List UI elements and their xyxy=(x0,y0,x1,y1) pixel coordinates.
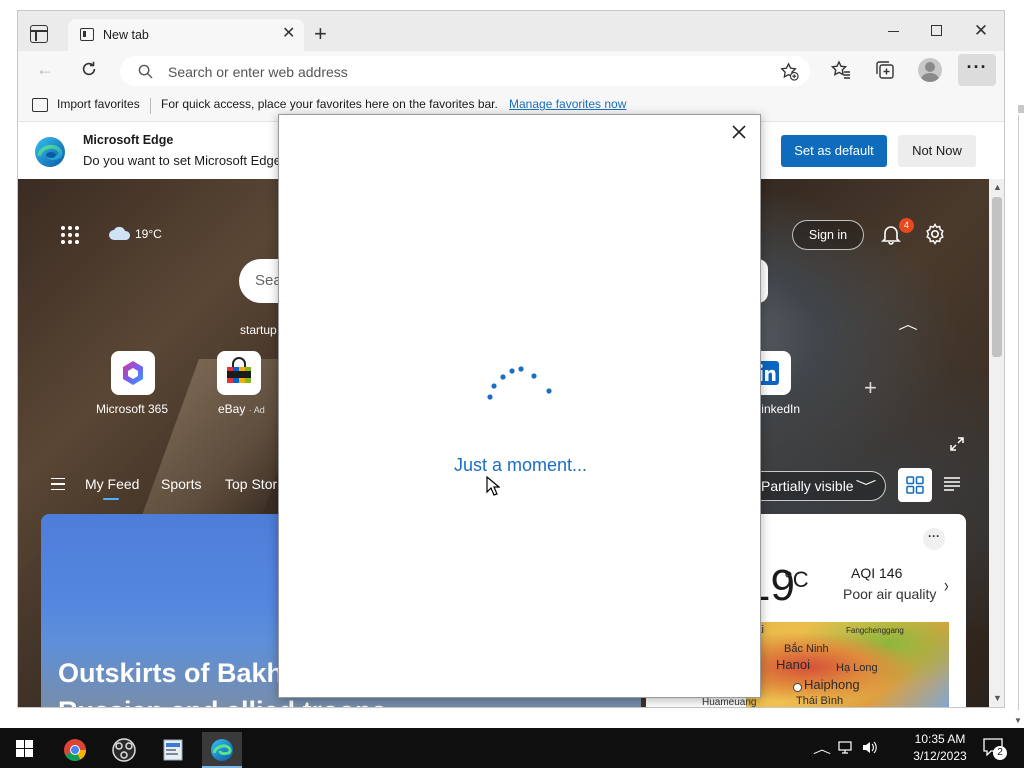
expand-icon[interactable] xyxy=(950,437,964,451)
quick-link-label: eBay · Ad xyxy=(218,402,265,416)
tab-new-tab[interactable]: New tab ✕ xyxy=(68,19,304,51)
action-center-badge: 2 xyxy=(993,746,1007,760)
page-settings-gear-icon[interactable] xyxy=(924,223,946,245)
notifications-badge: 4 xyxy=(899,218,914,233)
mouse-cursor-icon xyxy=(486,476,500,496)
add-quick-link-button[interactable]: + xyxy=(864,375,877,401)
cloud-icon[interactable] xyxy=(108,225,132,241)
tab-actions-menu-icon[interactable] xyxy=(30,25,48,43)
list-layout-icon[interactable] xyxy=(944,476,960,492)
map-label: Haiphong xyxy=(804,677,860,692)
close-window-button[interactable]: ✕ xyxy=(966,21,996,41)
edge-logo-icon xyxy=(35,137,65,167)
tab-title: New tab xyxy=(103,28,149,42)
tab-sports[interactable]: Sports xyxy=(161,476,201,492)
manage-favorites-link[interactable]: Manage favorites now xyxy=(509,97,626,111)
sign-in-button[interactable]: Sign in xyxy=(792,220,864,250)
scroll-up-arrow-icon[interactable]: ▲ xyxy=(993,182,1002,192)
sign-in-dialog: Just a moment... xyxy=(278,114,761,698)
import-folder-icon xyxy=(32,98,48,112)
minimize-button[interactable] xyxy=(878,21,908,41)
map-label: Thái Bình xyxy=(796,695,844,707)
collections-icon[interactable] xyxy=(874,59,896,81)
map-label: Fangchenggang xyxy=(846,626,904,635)
desktop-scroll-arrow: ▼ xyxy=(1014,716,1022,725)
hero-headline: Outskirts of Bakh xyxy=(58,658,284,688)
microsoft-365-icon xyxy=(123,361,143,385)
map-label: Hanoi xyxy=(776,657,810,672)
title-bar: New tab ✕ + ✕ xyxy=(18,11,1004,51)
quick-link-label: LinkedIn xyxy=(760,402,800,416)
profile-avatar[interactable] xyxy=(918,58,942,82)
tab-my-feed[interactable]: My Feed xyxy=(85,476,139,500)
app-launcher-grid-icon[interactable] xyxy=(60,225,80,245)
address-bar[interactable]: Search or enter web address xyxy=(120,56,810,86)
infobar-message: Do you want to set Microsoft Edge as you… xyxy=(83,153,279,168)
chevron-down-icon: ﹀ xyxy=(855,479,877,495)
weather-temperature[interactable]: 19°C xyxy=(135,227,162,241)
feed-menu-icon[interactable] xyxy=(51,478,65,490)
add-favorite-star-icon[interactable] xyxy=(780,62,799,81)
air-quality-text: Poor air quality xyxy=(843,586,937,602)
search-suggestion[interactable]: startup xyxy=(240,323,277,337)
loading-status-text: Just a moment... xyxy=(453,455,588,475)
feed-visibility-value: Partially visible xyxy=(761,478,854,494)
scrollbar-thumb[interactable] xyxy=(992,197,1002,357)
grid-layout-icon[interactable] xyxy=(898,468,932,502)
quick-link-ebay[interactable] xyxy=(217,351,261,395)
desktop-background-right: ▼ xyxy=(1005,10,1024,728)
air-quality-index: AQI 146 xyxy=(851,565,903,581)
map-location-marker xyxy=(793,683,802,692)
windows-taskbar: ︿ 10:35 AM 3/12/2023 2 xyxy=(0,728,1024,768)
volume-icon[interactable] xyxy=(862,740,878,755)
address-input[interactable]: Search or enter web address xyxy=(168,64,348,80)
scroll-down-arrow-icon[interactable]: ▼ xyxy=(993,693,1002,703)
taskbar-edge-icon[interactable] xyxy=(202,732,242,768)
clock-time[interactable]: 10:35 AM xyxy=(890,732,990,746)
taskbar-obs-icon[interactable] xyxy=(104,732,144,768)
desktop-background xyxy=(0,0,1024,10)
quick-link-microsoft-365[interactable] xyxy=(111,351,155,395)
favorites-hint-text: For quick access, place your favorites h… xyxy=(161,97,498,111)
network-icon[interactable] xyxy=(838,740,854,755)
browser-toolbar: ← Search or enter web address ··· xyxy=(18,51,1004,91)
taskbar-chrome-icon[interactable] xyxy=(55,732,95,768)
loading-spinner-icon xyxy=(487,366,552,400)
page-scrollbar[interactable]: ▲ ▼ xyxy=(989,179,1004,707)
air-quality-map[interactable]: Bai Fangchenggang Bắc Ninh Hanoi Hạ Long… xyxy=(746,622,949,707)
map-footer: Huameuang xyxy=(646,697,756,707)
chevron-right-icon[interactable]: › xyxy=(944,574,949,596)
tab-close-icon[interactable]: ✕ xyxy=(282,26,295,42)
new-tab-page-icon xyxy=(80,28,94,41)
refresh-icon[interactable] xyxy=(80,60,98,78)
map-label: Hạ Long xyxy=(836,662,878,674)
weather-card-unit: °C xyxy=(784,567,809,592)
settings-and-more-button[interactable]: ··· xyxy=(958,54,996,86)
close-icon[interactable] xyxy=(730,123,748,141)
infobar-title: Microsoft Edge xyxy=(83,133,174,147)
tab-top-stories[interactable]: Top Stories xyxy=(225,476,281,492)
back-arrow-icon[interactable]: ← xyxy=(36,59,54,80)
map-footer-label: Huameuang xyxy=(702,697,757,708)
search-icon xyxy=(138,64,153,79)
taskbar-app-icon[interactable] xyxy=(153,732,193,768)
maximize-button[interactable] xyxy=(921,21,951,41)
show-hidden-icons-chevron[interactable]: ︿ xyxy=(813,740,831,757)
windows-start-icon[interactable] xyxy=(16,740,33,757)
set-as-default-button[interactable]: Set as default xyxy=(781,135,887,167)
clock-date[interactable]: 3/12/2023 xyxy=(890,749,990,763)
quick-link-label: Microsoft 365 xyxy=(96,402,169,416)
more-options-icon[interactable]: ··· xyxy=(923,528,945,550)
import-favorites-button[interactable]: Import favorites xyxy=(57,97,140,111)
ebay-bag-icon xyxy=(227,357,251,383)
new-tab-button[interactable]: + xyxy=(314,23,327,45)
map-label: Bắc Ninh xyxy=(784,643,829,655)
collapse-chevron-up-icon[interactable]: ︿ xyxy=(898,314,918,334)
favorites-icon[interactable] xyxy=(830,59,852,81)
divider xyxy=(150,98,151,114)
not-now-button[interactable]: Not Now xyxy=(898,135,976,167)
